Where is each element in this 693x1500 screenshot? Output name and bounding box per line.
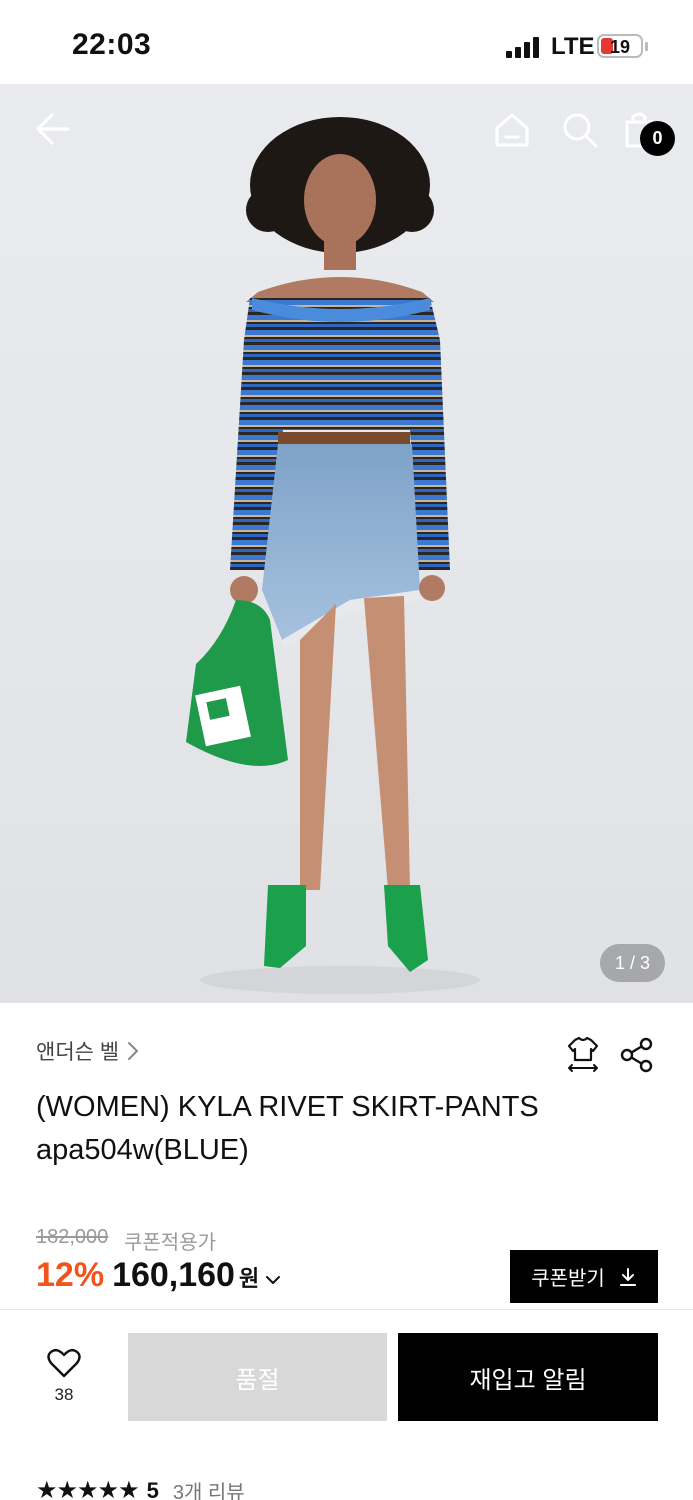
cart-count-badge: 0 bbox=[640, 121, 675, 156]
heart-icon bbox=[47, 1348, 81, 1378]
like-button[interactable]: 38 bbox=[40, 1348, 88, 1405]
signal-icon bbox=[506, 36, 542, 58]
original-price: 182,000 bbox=[36, 1226, 109, 1248]
currency-unit: 원 bbox=[238, 1266, 260, 1291]
battery-level: 19 bbox=[609, 37, 631, 57]
back-arrow-icon[interactable] bbox=[34, 110, 72, 148]
rating-summary[interactable]: ★★★★★ 5 3개 리뷰 bbox=[36, 1476, 245, 1500]
star-rating-icon: ★★★★★ bbox=[36, 1477, 140, 1500]
brand-name: 앤더슨 벨 bbox=[36, 1041, 120, 1064]
divider bbox=[0, 1309, 693, 1310]
home-icon[interactable] bbox=[492, 110, 532, 150]
rating-score: 5 bbox=[146, 1477, 159, 1500]
restock-alert-button[interactable]: 재입고 알림 bbox=[398, 1333, 658, 1421]
like-count: 38 bbox=[54, 1385, 74, 1404]
share-icon[interactable] bbox=[619, 1037, 655, 1073]
product-image[interactable] bbox=[0, 84, 693, 1003]
status-bar: 22:03 LTE 19 bbox=[0, 0, 693, 84]
chevron-down-icon bbox=[266, 1276, 281, 1284]
get-coupon-button[interactable]: 쿠폰받기 bbox=[510, 1250, 658, 1303]
chevron-right-icon bbox=[128, 1042, 139, 1060]
status-time: 22:03 bbox=[72, 28, 152, 61]
product-title: (WOMEN) KYLA RIVET SKIRT-PANTS apa504w(B… bbox=[36, 1091, 539, 1166]
sale-price: 160,160 bbox=[112, 1256, 235, 1294]
network-label: LTE bbox=[551, 33, 595, 60]
soldout-button: 품절 bbox=[128, 1333, 387, 1421]
gallery-page-indicator: 1 / 3 bbox=[600, 944, 665, 982]
size-guide-icon[interactable] bbox=[563, 1034, 603, 1074]
get-coupon-label: 쿠폰받기 bbox=[531, 1268, 605, 1290]
download-icon bbox=[619, 1267, 636, 1286]
model-photo bbox=[186, 117, 480, 994]
review-count: 3개 리뷰 bbox=[172, 1482, 245, 1500]
coupon-price-note: 쿠폰적용가 bbox=[124, 1232, 216, 1254]
search-icon[interactable] bbox=[560, 110, 600, 150]
price-row[interactable]: 12% 160,160 원 bbox=[36, 1256, 281, 1295]
battery-icon: 19 bbox=[597, 34, 643, 58]
brand-link[interactable]: 앤더슨 벨 bbox=[36, 1036, 139, 1066]
discount-rate: 12% bbox=[36, 1256, 105, 1294]
